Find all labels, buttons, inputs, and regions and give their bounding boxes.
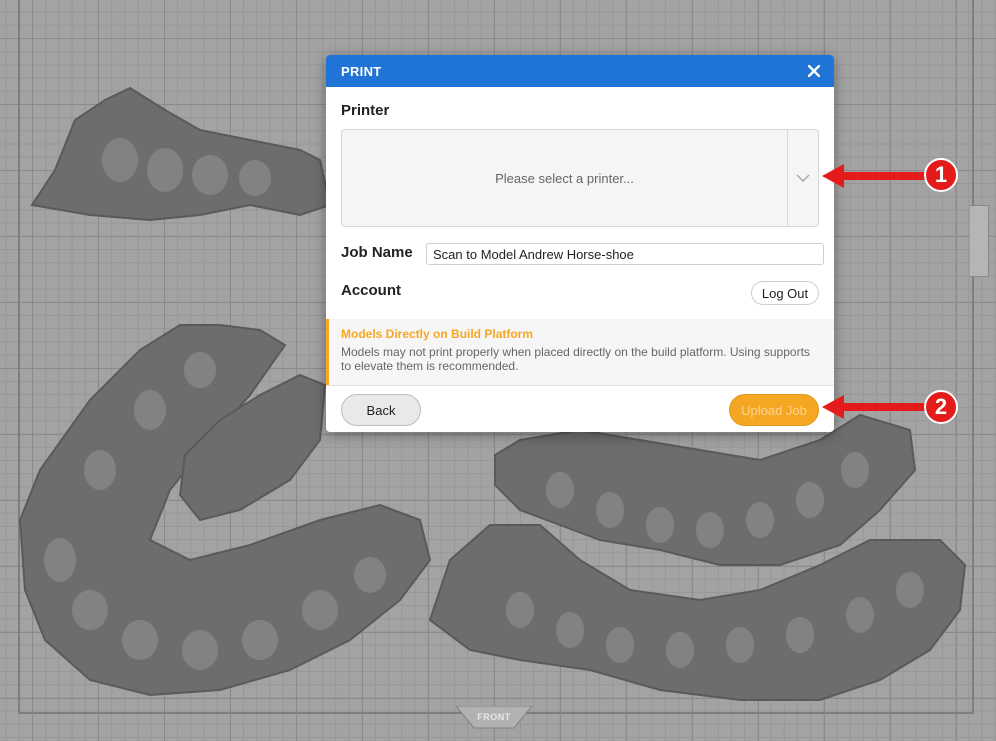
back-button[interactable]: Back bbox=[341, 394, 421, 426]
printer-placeholder: Please select a printer... bbox=[495, 170, 634, 186]
printer-select[interactable]: Please select a printer... bbox=[341, 129, 819, 227]
callout-arrow-2 bbox=[822, 395, 932, 419]
warning-title: Models Directly on Build Platform bbox=[341, 327, 534, 341]
chevron-down-icon[interactable] bbox=[787, 130, 818, 226]
printer-label: Printer bbox=[341, 102, 390, 119]
warning-banner: Models Directly on Build Platform Models… bbox=[326, 319, 834, 385]
logout-button[interactable]: Log Out bbox=[751, 281, 819, 305]
dialog-title: PRINT bbox=[341, 63, 382, 79]
account-label: Account bbox=[341, 282, 401, 299]
callout-badge-1: 1 bbox=[924, 158, 958, 192]
dialog-header: PRINT bbox=[326, 55, 834, 87]
upload-job-button[interactable]: Upload Job bbox=[729, 394, 819, 426]
footer-divider bbox=[326, 385, 834, 386]
callout-arrow-1 bbox=[822, 164, 932, 188]
callout-badge-2: 2 bbox=[924, 390, 958, 424]
close-icon[interactable] bbox=[806, 63, 822, 79]
job-name-label: Job Name bbox=[341, 244, 413, 261]
print-dialog: PRINT Printer Please select a printer...… bbox=[326, 55, 834, 432]
warning-body: Models may not print properly when place… bbox=[341, 345, 810, 373]
dental-model-upper-left bbox=[30, 86, 332, 222]
job-name-input[interactable] bbox=[426, 243, 824, 265]
